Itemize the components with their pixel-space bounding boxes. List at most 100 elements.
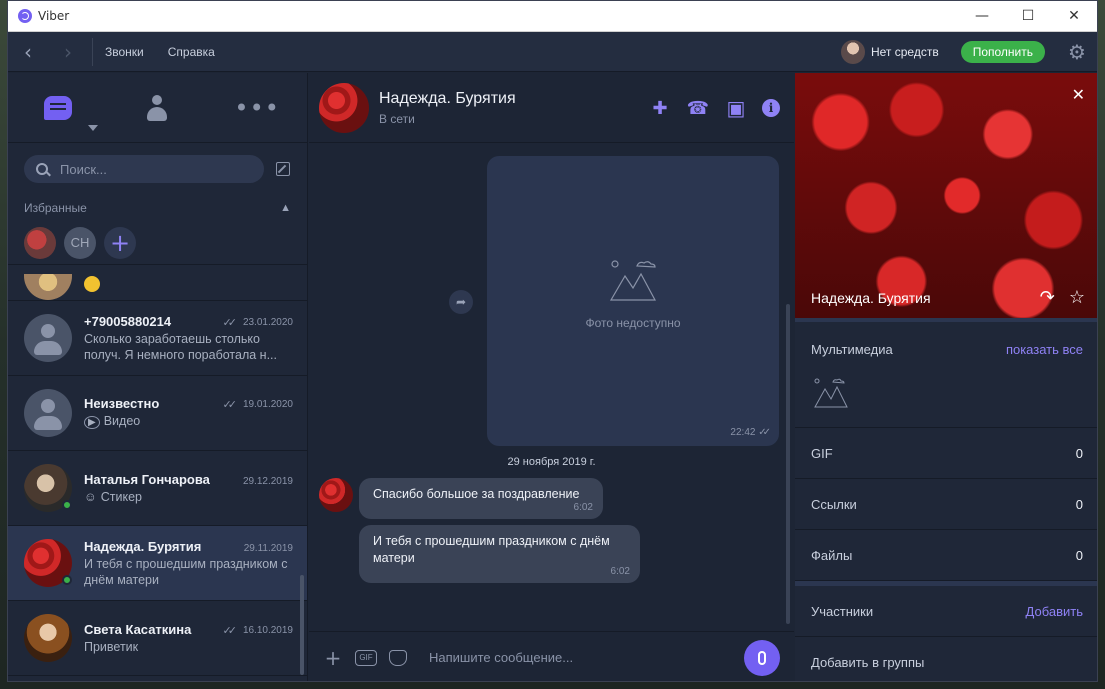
gear-icon[interactable]: ⚙ — [1065, 32, 1089, 72]
links-row[interactable]: Ссылки 0 — [795, 479, 1097, 530]
files-row[interactable]: Файлы 0 — [795, 530, 1097, 581]
photo-unavailable-label: Фото недоступно — [585, 316, 681, 330]
message-time: 6:02 — [610, 566, 630, 577]
tab-contacts[interactable] — [142, 93, 172, 123]
image-placeholder-icon — [609, 260, 657, 301]
chat-name: Света Касаткина — [84, 621, 192, 637]
person-icon — [147, 94, 168, 121]
minimize-button[interactable]: — — [959, 1, 1005, 31]
back-arrow-icon[interactable]: ‹ — [8, 32, 48, 72]
photo-message[interactable]: Фото недоступно 22:42 ✓✓ — [487, 156, 779, 446]
message-time: 22:42 ✓✓ — [730, 427, 771, 438]
forward-icon[interactable]: ➦ — [449, 290, 473, 314]
row-label: Файлы — [811, 547, 853, 563]
chat-name: Неизвестно — [84, 395, 160, 411]
search-input[interactable] — [60, 161, 240, 177]
add-participant-icon[interactable]: ✚ — [648, 96, 672, 120]
calls-link[interactable]: Звонки — [105, 45, 144, 59]
gif-icon[interactable]: GIF — [355, 649, 377, 666]
row-count: 0 — [1075, 547, 1083, 563]
phone-icon[interactable]: ☎ — [686, 96, 710, 120]
media-title: Мультимедиа — [811, 342, 893, 357]
tab-more[interactable]: ••• — [234, 93, 278, 123]
share-contact-icon[interactable]: ↷ — [1040, 287, 1055, 308]
favorite-avatar[interactable] — [24, 226, 56, 259]
chat-preview: Видео — [103, 413, 141, 428]
chat-preview: Сколько заработаешь столько получ. Я нем… — [84, 331, 277, 362]
chat-name: Наталья Гончарова — [84, 471, 210, 487]
contact-photo[interactable]: ✕ Надежда. Бурятия ↷ ☆ — [795, 73, 1097, 318]
avatar[interactable] — [319, 82, 369, 133]
row-label: GIF — [811, 445, 833, 461]
double-check-icon: ✓✓ — [222, 316, 238, 329]
message-input[interactable] — [429, 650, 744, 665]
topup-button[interactable]: Пополнить — [960, 41, 1045, 63]
chevron-down-icon[interactable] — [88, 125, 98, 131]
chat-title[interactable]: Надежда. Бурятия — [379, 90, 516, 108]
avatar[interactable] — [319, 478, 353, 512]
chat-list-scrollbar[interactable] — [300, 575, 304, 675]
add-favorite-button[interactable]: + — [104, 226, 136, 259]
add-to-groups-label: Добавить в группы — [811, 655, 925, 670]
avatar — [24, 274, 72, 300]
chat-name: +79005880214 — [84, 313, 172, 329]
message-text: И тебя с прошедшим праздником с днём мат… — [373, 534, 610, 565]
chevron-up-icon[interactable]: ▲ — [280, 202, 291, 214]
chat-date: 23.01.2020 — [242, 316, 293, 328]
chat-name: Надежда. Бурятия — [84, 538, 202, 554]
info-panel: ✕ Надежда. Бурятия ↷ ☆ Мультимедиа показ… — [795, 73, 1097, 681]
chat-date: 29.12.2019 — [242, 475, 293, 487]
list-item[interactable]: Надежда. Бурятия 29.11.2019 И тебя с про… — [8, 526, 307, 601]
info-icon[interactable]: i — [762, 99, 780, 117]
avatar — [24, 539, 72, 587]
incoming-message[interactable]: И тебя с прошедшим праздником с днём мат… — [359, 525, 640, 583]
list-item[interactable]: Неизвестно ✓✓ 19.01.2020 ▶ Видео — [8, 376, 307, 451]
row-count: 0 — [1075, 445, 1083, 461]
close-icon[interactable]: ✕ — [1072, 85, 1085, 104]
forward-arrow-icon[interactable]: › — [48, 32, 88, 72]
show-all-link[interactable]: показать все — [1006, 342, 1083, 357]
help-link[interactable]: Справка — [168, 45, 215, 59]
video-call-icon[interactable]: ▣ — [724, 96, 748, 120]
tab-chats[interactable] — [43, 93, 73, 123]
maximize-button[interactable]: ☐ — [1005, 1, 1051, 31]
list-item[interactable] — [8, 265, 307, 301]
gif-row[interactable]: GIF 0 — [795, 428, 1097, 479]
list-item[interactable]: Наталья Гончарова 29.12.2019 ☺ Стикер — [8, 451, 307, 526]
add-to-groups-row[interactable]: Добавить в группы — [795, 637, 1097, 681]
compose-icon[interactable] — [276, 162, 290, 176]
avatar[interactable] — [840, 40, 865, 64]
avatar — [24, 314, 72, 362]
media-thumbnail-icon[interactable] — [811, 375, 851, 411]
star-icon[interactable]: ☆ — [1069, 287, 1085, 308]
favorite-initials-avatar[interactable]: СН — [64, 226, 96, 259]
favorites-title: Избранные — [24, 201, 87, 215]
chat-preview: Приветик — [84, 639, 139, 654]
members-label: Участники — [811, 603, 874, 619]
message-scrollbar[interactable] — [786, 304, 790, 624]
smile-emoji-icon — [84, 276, 100, 292]
double-check-icon: ✓✓ — [758, 427, 771, 438]
chat-list: +79005880214 ✓✓ 23.01.2020 Сколько зарабо… — [8, 265, 307, 679]
row-count: 0 — [1075, 496, 1083, 512]
chat-date: 19.01.2020 — [242, 398, 293, 410]
top-bar: ‹ › Звонки Справка Нет средств Пополнить… — [8, 32, 1097, 72]
sticker-icon[interactable] — [389, 649, 407, 666]
double-check-icon: ✓✓ — [222, 624, 238, 637]
list-item[interactable]: Света Касаткина ✓✓ 16.10.2019 Приветик — [8, 601, 307, 676]
date-separator: 29 ноября 2019 г. — [507, 456, 596, 468]
double-check-icon: ✓✓ — [222, 398, 238, 411]
list-item[interactable]: +79005880214 ✓✓ 23.01.2020 Сколько зарабо… — [8, 301, 307, 376]
viber-window: Viber — ☐ ✕ ‹ › Звонки Справка Нет средс… — [7, 0, 1098, 682]
search-box[interactable] — [24, 155, 264, 183]
close-button[interactable]: ✕ — [1051, 1, 1097, 31]
chat-preview: Стикер — [100, 489, 143, 504]
window-title: Viber — [38, 9, 70, 23]
incoming-message[interactable]: Спасибо большое за поздравление 6:02 — [359, 478, 603, 519]
favorites-row: СН + — [8, 221, 307, 265]
search-row — [8, 143, 307, 195]
add-member-link[interactable]: Добавить — [1026, 604, 1083, 619]
plus-icon[interactable]: + — [323, 646, 343, 670]
microphone-button[interactable] — [744, 639, 780, 676]
members-row: Участники Добавить — [795, 586, 1097, 637]
